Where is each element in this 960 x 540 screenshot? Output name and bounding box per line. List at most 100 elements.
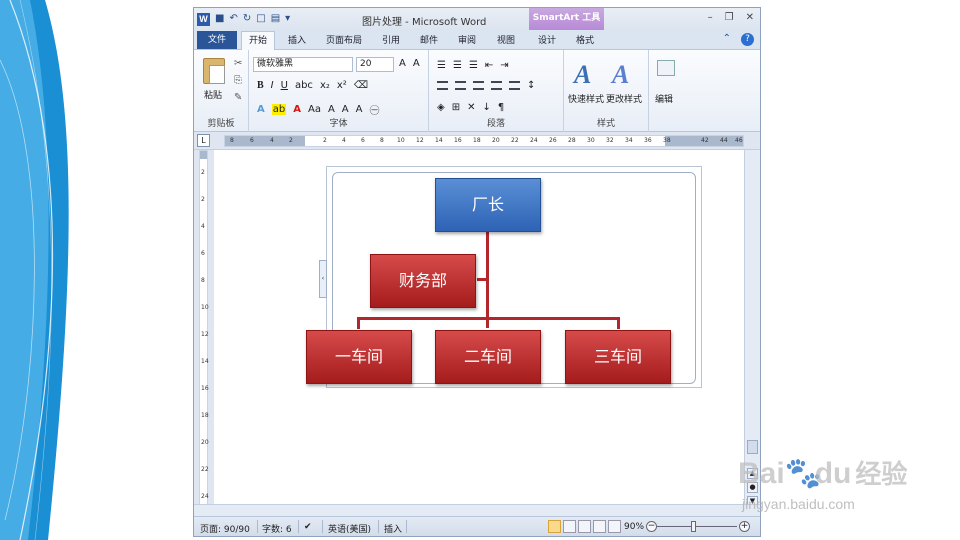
font-size-adjust: A A <box>399 58 420 69</box>
tab-file[interactable]: 文件 <box>197 31 237 49</box>
zoom-in-icon[interactable]: + <box>739 521 750 532</box>
word-count[interactable]: 字数: 6 <box>262 522 292 535</box>
char-border-icon[interactable]: A <box>413 58 420 69</box>
text-effects-icon[interactable]: A <box>257 104 265 115</box>
grow-font-2-icon[interactable]: A <box>328 104 335 115</box>
quick-styles-icon[interactable]: A <box>574 60 591 90</box>
italic-icon[interactable]: I <box>271 80 274 91</box>
sort-icon[interactable]: ↓ <box>482 102 490 113</box>
outline-view-icon[interactable] <box>593 520 606 533</box>
grow-font-icon[interactable]: A <box>399 58 406 69</box>
show-marks-icon[interactable]: ¶ <box>498 102 504 113</box>
minimize-icon[interactable]: – <box>708 12 713 23</box>
zoom-slider-track[interactable] <box>657 526 737 527</box>
minimize-ribbon-icon[interactable]: ⌃ <box>723 33 731 46</box>
word-app-icon[interactable]: W <box>197 12 210 26</box>
zoom-level[interactable]: 90% <box>624 522 644 532</box>
line-spacing-icon[interactable]: ↕ <box>527 80 535 91</box>
document-page[interactable]: ‹ 厂长 财务部 一车间 二车间 三车间 <box>214 150 744 515</box>
language-status[interactable]: 英语(美国) <box>328 522 371 535</box>
highlight-icon[interactable]: ab <box>271 104 287 115</box>
tab-page-layout[interactable]: 页面布局 <box>326 33 362 46</box>
restore-icon[interactable]: ❐ <box>725 12 734 23</box>
borders-icon[interactable]: ⊞ <box>452 102 460 113</box>
underline-icon[interactable]: U <box>281 80 288 91</box>
vruler-tick: 18 <box>201 412 209 419</box>
paste-button-label[interactable]: 粘贴 <box>204 88 222 101</box>
bold-icon[interactable]: B <box>257 80 264 91</box>
tab-design[interactable]: 设计 <box>538 33 556 46</box>
numbering-icon[interactable]: ☰ <box>453 60 462 71</box>
multilevel-icon[interactable]: ☰ <box>469 60 478 71</box>
font-color-icon[interactable]: A <box>293 104 301 115</box>
cut-icon[interactable]: ✂ <box>234 58 242 69</box>
char-shading-icon[interactable]: A <box>356 104 363 115</box>
page-count[interactable]: 页面: 90/90 <box>200 522 250 535</box>
bullets-icon[interactable]: ☰ <box>437 60 446 71</box>
change-case-icon[interactable]: Aa <box>308 104 321 115</box>
draft-view-icon[interactable] <box>608 520 621 533</box>
org-node-top[interactable]: 厂长 <box>435 178 541 232</box>
print-layout-view-icon[interactable] <box>548 520 561 533</box>
font-name-box[interactable]: 微软雅黑 <box>253 57 353 72</box>
org-node-child[interactable]: 二车间 <box>435 330 541 384</box>
new-doc-icon[interactable]: □ <box>256 12 265 26</box>
web-layout-view-icon[interactable] <box>578 520 591 533</box>
tab-insert[interactable]: 插入 <box>288 33 306 46</box>
increase-indent-icon[interactable]: ⇥ <box>500 60 508 71</box>
text-pane-toggle-icon[interactable]: ‹ <box>319 260 327 298</box>
tab-references[interactable]: 引用 <box>382 33 400 46</box>
org-node-child[interactable]: 三车间 <box>565 330 671 384</box>
clear-format-icon[interactable]: ⌫ <box>354 80 368 91</box>
enclose-char-icon[interactable]: ㊀ <box>369 102 379 117</box>
redo-icon[interactable]: ↻ <box>243 12 251 26</box>
undo-icon[interactable]: ↶ <box>229 12 237 26</box>
decrease-indent-icon[interactable]: ⇤ <box>485 60 493 71</box>
align-right-icon[interactable] <box>473 81 484 90</box>
help-icon[interactable]: ? <box>741 33 754 46</box>
close-icon[interactable]: ✕ <box>746 12 754 23</box>
find-binoculars-icon[interactable] <box>657 60 675 76</box>
editing-label[interactable]: 编辑 <box>655 92 673 105</box>
subscript-icon[interactable]: x₂ <box>320 80 330 91</box>
ruler-tick: 14 <box>435 137 443 144</box>
full-screen-view-icon[interactable] <box>563 520 576 533</box>
ruler-strip[interactable]: 8 6 4 2 2 4 6 8 10 12 14 16 18 20 22 24 … <box>224 135 744 147</box>
justify-icon[interactable] <box>491 81 502 90</box>
font-size-box[interactable]: 20 <box>356 57 394 72</box>
copy-icon[interactable]: ⎘ <box>234 75 242 86</box>
superscript-icon[interactable]: x² <box>337 80 347 91</box>
change-styles-label[interactable]: 更改样式 <box>606 92 642 105</box>
tab-format[interactable]: 格式 <box>576 33 594 46</box>
zoom-slider-knob[interactable] <box>691 521 696 532</box>
tab-review[interactable]: 审阅 <box>458 33 476 46</box>
align-center-icon[interactable] <box>455 81 466 90</box>
org-node-child[interactable]: 一车间 <box>306 330 412 384</box>
smartart-tools-tab: SmartArt 工具 <box>529 8 604 30</box>
format-painter-icon[interactable]: ✎ <box>234 92 242 103</box>
distributed-icon[interactable] <box>509 81 520 90</box>
vruler-tick: 20 <box>201 439 209 446</box>
shrink-font-icon[interactable]: A <box>342 104 349 115</box>
insert-mode[interactable]: 插入 <box>384 522 402 535</box>
customize-qat-icon[interactable]: ▾ <box>285 12 290 26</box>
tab-selector-icon[interactable]: L <box>197 134 210 147</box>
print-icon[interactable]: ▤ <box>271 12 280 26</box>
zoom-out-icon[interactable]: − <box>646 521 657 532</box>
shading-icon[interactable]: ◈ <box>437 102 445 113</box>
vertical-ruler-strip[interactable]: 2 2 4 6 8 10 12 14 16 18 20 22 24 <box>199 150 209 515</box>
tab-home[interactable]: 开始 <box>241 31 275 51</box>
tab-view[interactable]: 视图 <box>497 33 515 46</box>
quick-styles-label[interactable]: 快速样式 <box>568 92 604 105</box>
connector-child-3 <box>617 317 620 329</box>
paste-icon[interactable] <box>203 58 225 84</box>
org-node-assistant[interactable]: 财务部 <box>370 254 476 308</box>
change-styles-icon[interactable]: A <box>612 60 629 90</box>
proofing-icon[interactable]: ✔ <box>304 522 312 532</box>
strikethrough-icon[interactable]: abc <box>295 80 313 91</box>
save-icon[interactable]: ■ <box>215 12 224 26</box>
chinese-layout-icon[interactable]: ✕ <box>467 102 475 113</box>
align-left-icon[interactable] <box>437 81 448 90</box>
tab-mailings[interactable]: 邮件 <box>420 33 438 46</box>
horizontal-scrollbar[interactable] <box>194 504 760 516</box>
